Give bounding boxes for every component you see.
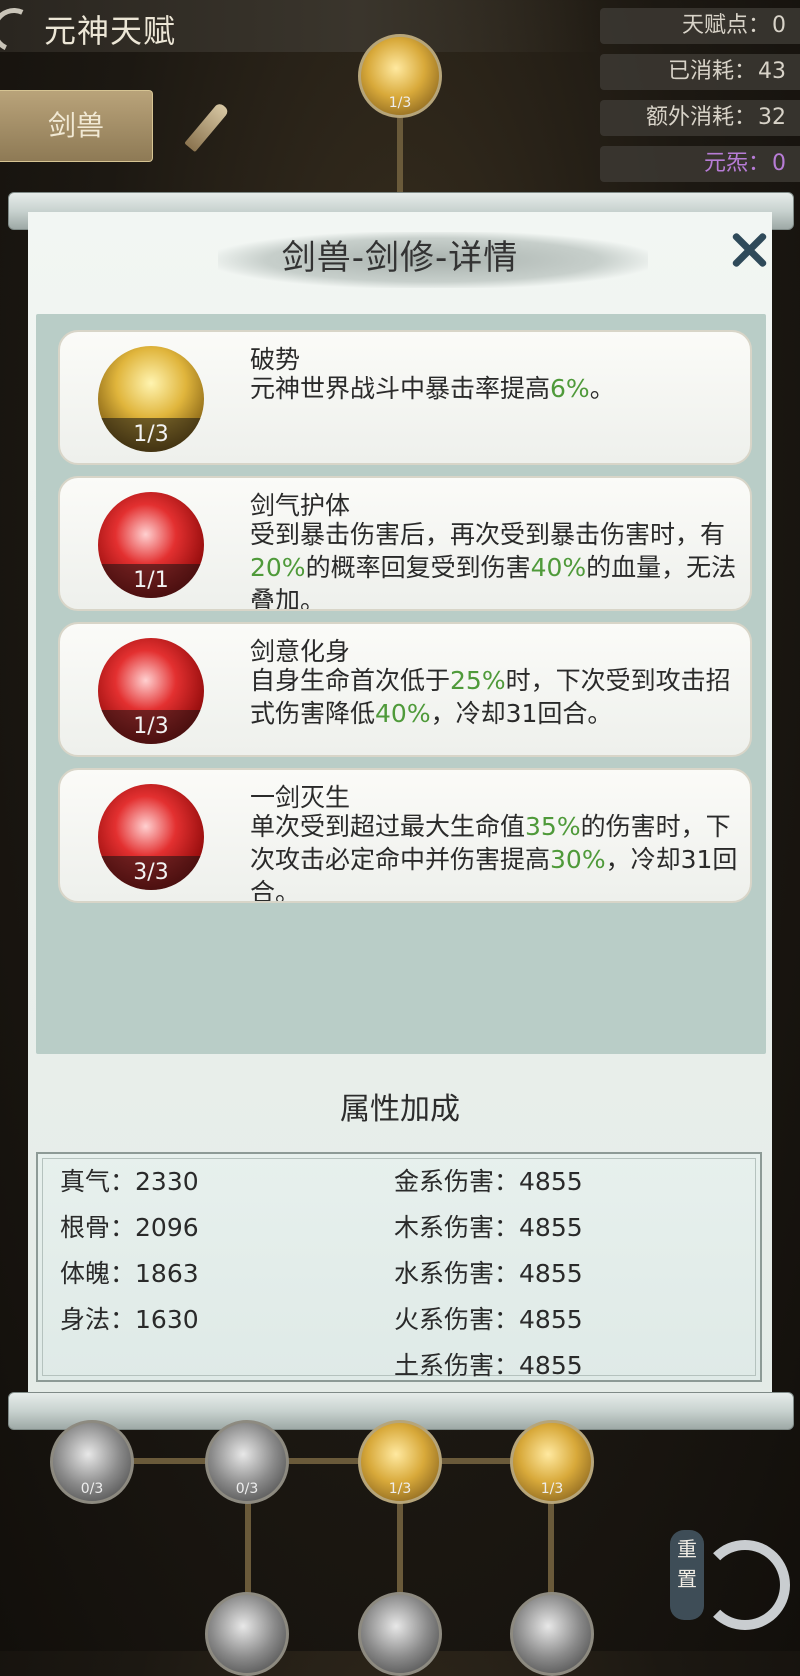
stat-yuanqi: 元炁：0 xyxy=(600,146,800,182)
highlight-value: 35% xyxy=(525,812,581,841)
attr-value: 4855 xyxy=(519,1305,583,1334)
skill-card: 1/3 破势 元神世界战斗中暴击率提高6%。 xyxy=(58,330,752,465)
attr-left: 根骨：2096 xyxy=(60,1208,199,1244)
highlight-value: 25% xyxy=(450,666,506,695)
brush-icon[interactable] xyxy=(184,101,230,153)
stat-value: 43 xyxy=(758,59,786,84)
desc-text: 自身生命首次低于 xyxy=(250,666,451,695)
page-title: 元神天赋 xyxy=(44,12,177,50)
desc-text: 受到暴击伤害后，再次受到暴击伤害时，有 xyxy=(250,520,726,549)
talent-node[interactable] xyxy=(205,1592,289,1676)
node-count: 0/3 xyxy=(80,1481,104,1497)
attr-box: 真气：2330 根骨：2096 体魄：1863 身法：1630 金系伤害：485… xyxy=(36,1152,762,1382)
skill-card: 1/1 剑气护体 受到暴击伤害后，再次受到暴击伤害时，有 20%的概率回复受到伤害… xyxy=(58,476,752,611)
skill-level: 3/3 xyxy=(98,856,204,890)
attr-label: 水系伤害： xyxy=(394,1259,520,1288)
stat-consumed: 已消耗：43 xyxy=(600,54,800,90)
tree-connector xyxy=(90,1458,560,1464)
talent-node[interactable]: 1/3 xyxy=(358,34,442,118)
attr-right: 水系伤害：4855 xyxy=(394,1254,583,1290)
attr-label: 土系伤害： xyxy=(394,1351,520,1380)
close-icon[interactable] xyxy=(728,230,768,270)
skills-list[interactable]: 1/3 破势 元神世界战斗中暴击率提高6%。 1/1 剑气护体 受到暴击伤害后，… xyxy=(36,314,766,1054)
attr-right: 土系伤害：4855 xyxy=(394,1346,583,1382)
stat-extra-consumed: 额外消耗：32 xyxy=(600,100,800,136)
attr-value: 1630 xyxy=(135,1305,199,1334)
reset-button[interactable]: 重置 xyxy=(670,1530,704,1620)
desc-text: 单次受到超过最大生命值 xyxy=(250,812,526,841)
red-sword-slash-icon: 1/3 xyxy=(98,638,204,744)
stat-talent-points: 天赋点：0 xyxy=(600,8,800,44)
attr-right: 木系伤害：4855 xyxy=(394,1208,583,1244)
attr-label: 金系伤害： xyxy=(394,1167,520,1196)
attr-label: 根骨： xyxy=(60,1213,136,1242)
node-count: 1/3 xyxy=(388,95,412,111)
highlight-value: 20% xyxy=(250,553,306,582)
attr-right: 金系伤害：4855 xyxy=(394,1162,583,1198)
skill-level: 1/1 xyxy=(98,564,204,598)
attr-value: 4855 xyxy=(519,1167,583,1196)
desc-text: 元神世界战斗中暴击率提高 xyxy=(250,374,551,403)
skill-name: 破势 xyxy=(250,345,301,374)
attr-label: 火系伤害： xyxy=(394,1305,520,1334)
panel-title: 剑兽-剑修-详情 xyxy=(281,238,519,278)
skill-level: 1/3 xyxy=(98,710,204,744)
attr-label: 体魄： xyxy=(60,1259,136,1288)
stat-value: 32 xyxy=(758,105,786,130)
skill-desc: 受到暴击伤害后，再次受到暴击伤害时，有20%的概率回复受到伤害40%的血量，无法… xyxy=(250,518,740,609)
attr-label: 真气： xyxy=(60,1167,136,1196)
attr-label: 木系伤害： xyxy=(394,1213,520,1242)
stat-value: 0 xyxy=(772,151,786,176)
node-count: 0/3 xyxy=(235,1481,259,1497)
talent-node[interactable]: 0/3 xyxy=(50,1420,134,1504)
attr-left: 体魄：1863 xyxy=(60,1254,199,1290)
stat-label: 天赋点： xyxy=(681,13,770,38)
node-count: 1/3 xyxy=(540,1481,564,1497)
red-sword-aura-icon: 1/1 xyxy=(98,492,204,598)
attr-value: 4855 xyxy=(519,1259,583,1288)
attr-title: 属性加成 xyxy=(340,1092,460,1127)
detail-panel: 剑兽-剑修-详情 1/3 破势 元神世界战斗中暴击率提高6%。 1/1 剑气护体… xyxy=(28,212,772,1394)
stat-label: 已消耗： xyxy=(667,59,756,84)
desc-text: 。 xyxy=(589,374,615,403)
skill-card: 3/3 一剑灭生 单次受到超过最大生命值35%的伤害时，下次攻击必定命中并伤害提… xyxy=(58,768,752,903)
talent-node[interactable]: 1/3 xyxy=(510,1420,594,1504)
attr-value: 2330 xyxy=(135,1167,199,1196)
tab-jianshou[interactable]: 剑兽 xyxy=(0,90,153,162)
attr-left: 真气：2330 xyxy=(60,1162,199,1198)
reset-icon[interactable] xyxy=(700,1540,790,1630)
attr-value: 1863 xyxy=(135,1259,199,1288)
attr-value: 4855 xyxy=(519,1351,583,1380)
gold-sword-burst-icon: 1/3 xyxy=(98,346,204,452)
attr-label: 身法： xyxy=(60,1305,136,1334)
skill-level: 1/3 xyxy=(98,418,204,452)
attr-left: 身法：1630 xyxy=(60,1300,199,1336)
highlight-value: 30% xyxy=(550,845,606,874)
talent-node[interactable] xyxy=(510,1592,594,1676)
talent-node[interactable] xyxy=(358,1592,442,1676)
highlight-value: 40% xyxy=(530,553,587,582)
stat-value: 0 xyxy=(772,13,786,38)
stat-label: 元炁： xyxy=(703,151,770,176)
skill-name: 剑气护体 xyxy=(250,491,351,520)
node-count: 1/3 xyxy=(388,1481,412,1497)
desc-text: 的概率回复受到伤害 xyxy=(305,553,531,582)
stat-label: 额外消耗： xyxy=(645,105,756,130)
skill-desc: 单次受到超过最大生命值35%的伤害时，下次攻击必定命中并伤害提高30%，冷却31… xyxy=(250,810,740,901)
highlight-value: 6% xyxy=(550,374,590,403)
skill-desc: 自身生命首次低于25%时，下次受到攻击招式伤害降低40%，冷却31回合。 xyxy=(250,664,740,730)
attr-value: 4855 xyxy=(519,1213,583,1242)
skill-name: 一剑灭生 xyxy=(250,783,351,812)
red-sword-strike-icon: 3/3 xyxy=(98,784,204,890)
desc-text: ，冷却31回合。 xyxy=(430,699,613,728)
attr-value: 2096 xyxy=(135,1213,199,1242)
skill-desc: 元神世界战斗中暴击率提高6%。 xyxy=(250,372,740,405)
talent-node[interactable]: 0/3 xyxy=(205,1420,289,1504)
skill-card: 1/3 剑意化身 自身生命首次低于25%时，下次受到攻击招式伤害降低40%，冷却… xyxy=(58,622,752,757)
attr-right: 火系伤害：4855 xyxy=(394,1300,583,1336)
highlight-value: 40% xyxy=(375,699,431,728)
skill-name: 剑意化身 xyxy=(250,637,351,666)
talent-node[interactable]: 1/3 xyxy=(358,1420,442,1504)
